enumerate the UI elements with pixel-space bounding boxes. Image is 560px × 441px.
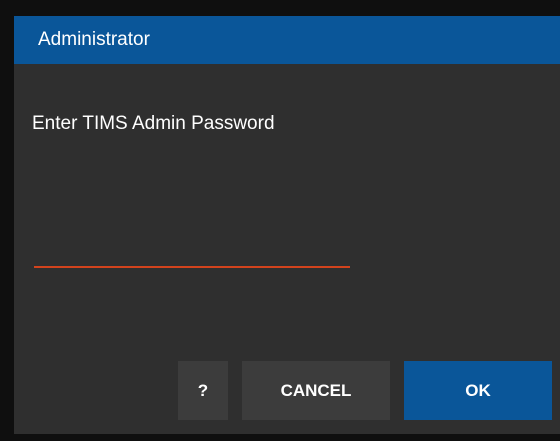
password-input[interactable] xyxy=(34,230,350,268)
password-prompt: Enter TIMS Admin Password xyxy=(32,113,275,134)
ok-button[interactable]: OK xyxy=(404,361,552,420)
cancel-button[interactable]: CANCEL xyxy=(242,361,390,420)
help-button[interactable]: ? xyxy=(178,361,228,420)
admin-password-dialog: Administrator Enter TIMS Admin Password … xyxy=(14,16,560,434)
dialog-title: Administrator xyxy=(14,16,560,64)
